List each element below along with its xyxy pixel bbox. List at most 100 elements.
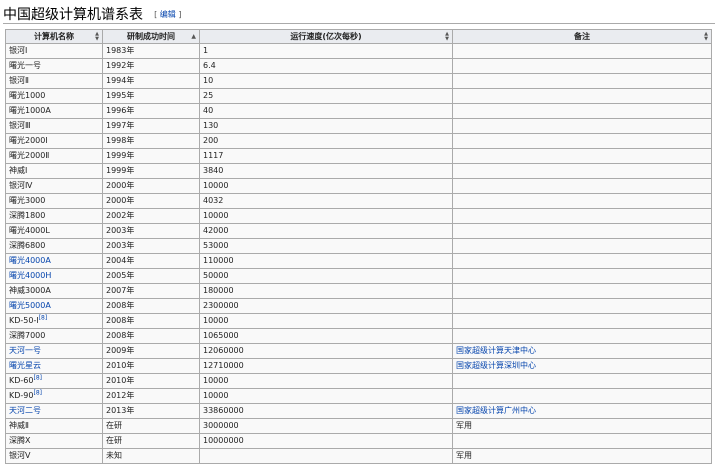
column-header-label: 计算机名称	[34, 32, 74, 41]
note-link[interactable]: 国家超级计算广州中心	[456, 406, 536, 415]
supercomputer-table: 计算机名称 ▲ ▼ 研制成功时间 ▲ 运行速度(亿次每秒) ▲ ▼ 备注 ▲ ▼ 银河…	[5, 29, 712, 464]
cell-note: 国家超级计算深圳中心	[452, 358, 712, 374]
table-row: 银河Ⅳ 2000年 10000	[5, 178, 712, 194]
table-row: 曙光4000H 2005年 50000	[5, 268, 712, 284]
computer-name-link[interactable]: 天河一号	[9, 346, 41, 355]
column-header-speed[interactable]: 运行速度(亿次每秒) ▲ ▼	[199, 29, 453, 44]
cell-speed: 6.4	[199, 58, 453, 74]
cell-note: 军用	[452, 418, 712, 434]
computer-name: 深腾7000	[9, 331, 46, 340]
cell-year: 在研	[102, 433, 200, 449]
cell-year: 2007年	[102, 283, 200, 299]
cell-year: 2012年	[102, 388, 200, 404]
computer-name-link[interactable]: 曙光4000A	[9, 256, 51, 265]
cell-name: 神威Ⅱ	[5, 418, 103, 434]
cell-name: 天河二号	[5, 403, 103, 419]
sort-both-icon[interactable]: ▲ ▼	[445, 32, 449, 42]
cell-name: KD-90[8]	[5, 388, 103, 404]
computer-name-link[interactable]: 曙光星云	[9, 361, 41, 370]
edit-link[interactable]: 编辑	[160, 10, 176, 19]
cell-name: 曙光3000	[5, 193, 103, 209]
cell-speed: 1065000	[199, 328, 453, 344]
cell-speed: 130	[199, 118, 453, 134]
cell-speed: 110000	[199, 253, 453, 269]
section-heading: 中国超级计算机谱系表 [ 编辑 ]	[3, 4, 715, 24]
column-header-year[interactable]: 研制成功时间 ▲	[102, 29, 200, 44]
cell-speed: 1117	[199, 148, 453, 164]
note-link[interactable]: 国家超级计算天津中心	[456, 346, 536, 355]
edit-section: [ 编辑 ]	[154, 10, 182, 19]
column-header-name[interactable]: 计算机名称 ▲ ▼	[5, 29, 103, 44]
cell-name: 银河Ⅱ	[5, 73, 103, 89]
cell-name: 曙光1000	[5, 88, 103, 104]
cell-year: 2008年	[102, 298, 200, 314]
table-row: 深腾7000 2008年 1065000	[5, 328, 712, 344]
cell-note	[452, 133, 712, 149]
cell-note	[452, 148, 712, 164]
table-row: 曙光4000L 2003年 42000	[5, 223, 712, 239]
cell-speed: 10000000	[199, 433, 453, 449]
cell-name: 曙光星云	[5, 358, 103, 374]
cell-year: 2000年	[102, 178, 200, 194]
cell-year: 1998年	[102, 133, 200, 149]
cell-year: 1997年	[102, 118, 200, 134]
table-body: 银河Ⅰ 1983年 1 曙光一号 1992年 6.4 银河Ⅱ 1994年 10 曙光1000 199…	[5, 43, 712, 464]
sort-both-icon[interactable]: ▲ ▼	[704, 32, 708, 42]
cell-name: 银河Ⅴ	[5, 448, 103, 464]
computer-name-link[interactable]: 曙光5000A	[9, 301, 51, 310]
column-header-label: 研制成功时间	[127, 32, 175, 41]
table-header-row: 计算机名称 ▲ ▼ 研制成功时间 ▲ 运行速度(亿次每秒) ▲ ▼ 备注 ▲ ▼	[5, 29, 712, 44]
table-row: 银河Ⅲ 1997年 130	[5, 118, 712, 134]
cell-name: 曙光4000H	[5, 268, 103, 284]
column-header-label: 备注	[574, 32, 590, 41]
cell-note	[452, 373, 712, 389]
cell-name: 曙光4000L	[5, 223, 103, 239]
note-link[interactable]: 国家超级计算深圳中心	[456, 361, 536, 370]
cell-speed: 10000	[199, 388, 453, 404]
sort-ascending-icon[interactable]: ▲	[191, 31, 196, 43]
reference-link[interactable]: [8]	[33, 390, 42, 397]
computer-name-link[interactable]: 天河二号	[9, 406, 41, 415]
computer-name: 曙光2000Ⅱ	[9, 151, 50, 160]
table-row: 曙光2000Ⅱ 1999年 1117	[5, 148, 712, 164]
computer-name: KD-50-Ⅰ	[9, 316, 39, 325]
computer-name: 深腾X	[9, 436, 31, 445]
reference-link[interactable]: [8]	[39, 315, 48, 322]
table-row: 深腾1800 2002年 10000	[5, 208, 712, 224]
cell-year: 1995年	[102, 88, 200, 104]
cell-year: 未知	[102, 448, 200, 464]
cell-note	[452, 43, 712, 59]
computer-name: 曙光1000A	[9, 106, 51, 115]
cell-name: 银河Ⅰ	[5, 43, 103, 59]
cell-year: 2008年	[102, 313, 200, 329]
table-row: 曙光4000A 2004年 110000	[5, 253, 712, 269]
table-row: 天河一号 2009年 12060000 国家超级计算天津中心	[5, 343, 712, 359]
cell-year: 2002年	[102, 208, 200, 224]
table-row: 曙光一号 1992年 6.4	[5, 58, 712, 74]
computer-name-link[interactable]: 曙光4000H	[9, 271, 51, 280]
table-row: 曙光5000A 2008年 2300000	[5, 298, 712, 314]
cell-name: 银河Ⅳ	[5, 178, 103, 194]
computer-name: KD-60	[9, 376, 34, 385]
cell-note	[452, 118, 712, 134]
cell-note	[452, 178, 712, 194]
computer-name: 曙光2000Ⅰ	[9, 136, 48, 145]
table-row: 深腾6800 2003年 53000	[5, 238, 712, 254]
column-header-note[interactable]: 备注 ▲ ▼	[452, 29, 712, 44]
cell-speed: 42000	[199, 223, 453, 239]
cell-name: 深腾7000	[5, 328, 103, 344]
cell-name: 深腾X	[5, 433, 103, 449]
table-row: KD-60[8] 2010年 10000	[5, 373, 712, 389]
cell-year: 2010年	[102, 373, 200, 389]
reference-link[interactable]: [8]	[33, 375, 42, 382]
note-text: 军用	[456, 421, 472, 430]
cell-speed: 50000	[199, 268, 453, 284]
sort-both-icon[interactable]: ▲ ▼	[95, 32, 99, 42]
cell-year: 2004年	[102, 253, 200, 269]
table-row: 曙光星云 2010年 12710000 国家超级计算深圳中心	[5, 358, 712, 374]
computer-name: 神威Ⅱ	[9, 421, 29, 430]
cell-speed: 25	[199, 88, 453, 104]
cell-speed: 33860000	[199, 403, 453, 419]
cell-speed: 3000000	[199, 418, 453, 434]
cell-name: 神威Ⅰ	[5, 163, 103, 179]
